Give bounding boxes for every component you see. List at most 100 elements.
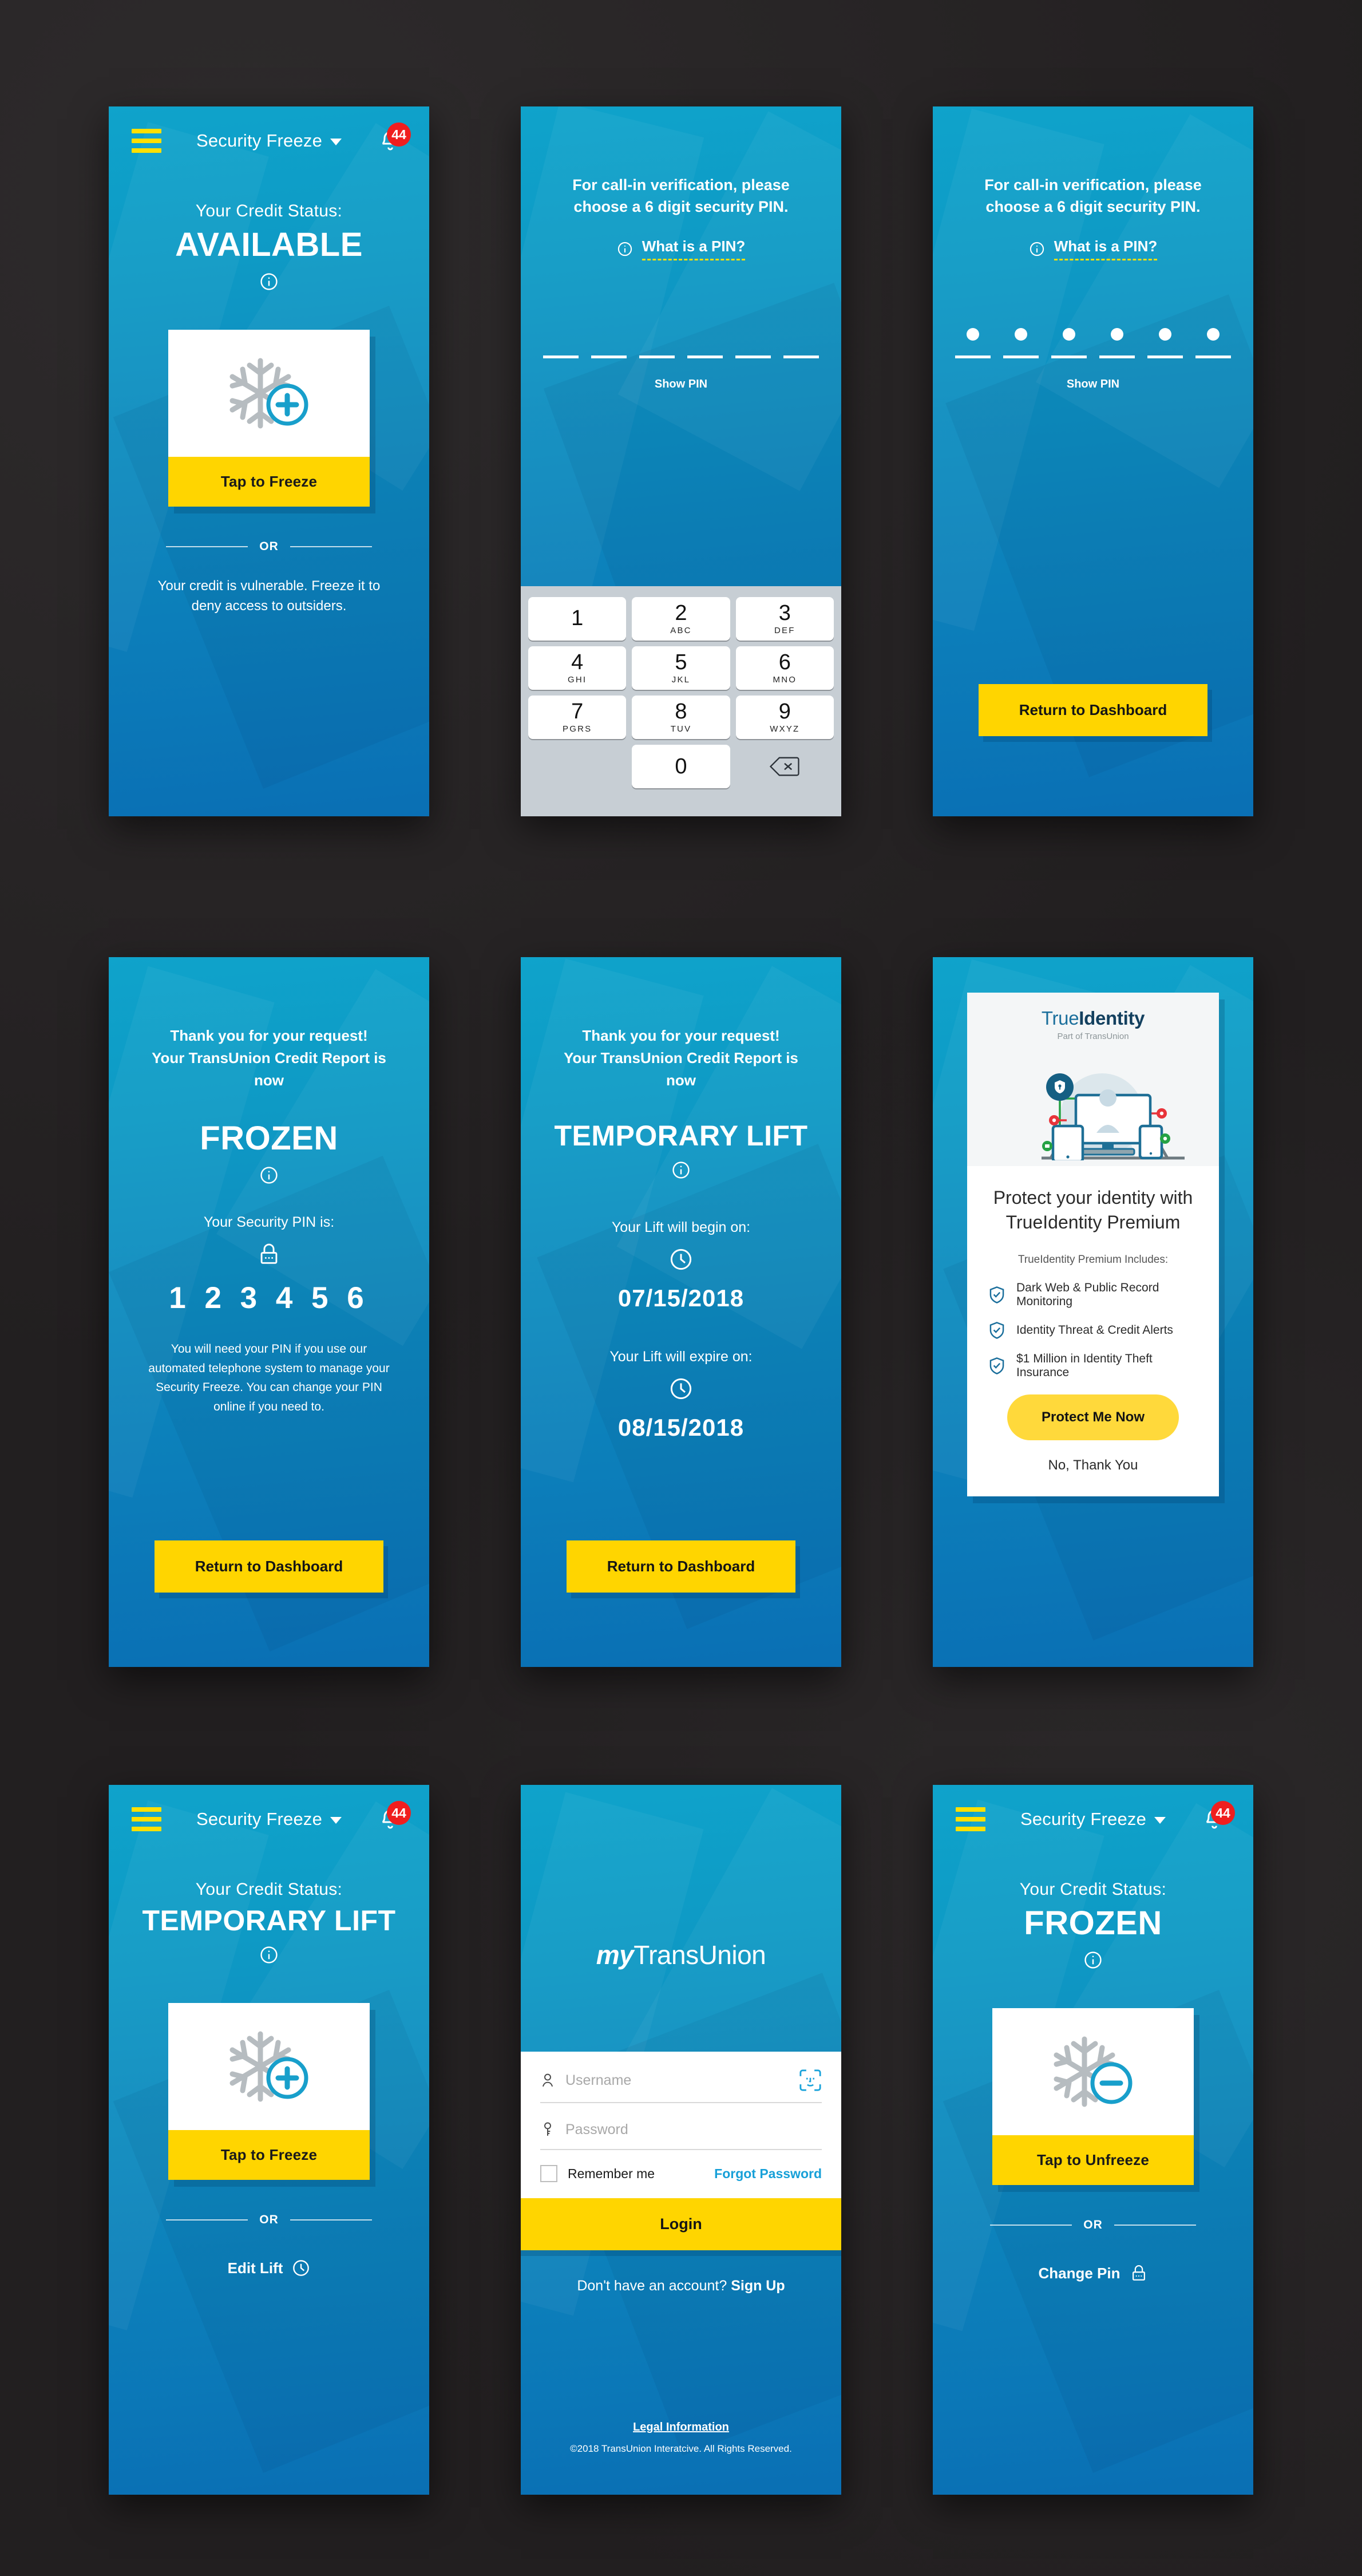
upsell-headline: Protect your identity with TrueIdentity … (993, 1187, 1193, 1232)
username-placeholder: Username (565, 2072, 632, 2088)
mytransunion-logo: myTransUnion (596, 1940, 766, 1970)
lock-icon (1132, 2265, 1145, 2281)
screen-temporary-lift-dashboard: Security Freeze 44 Your Credit Status: T… (109, 1785, 429, 2495)
remember-me-label: Remember me (568, 2166, 655, 2181)
show-pin-toggle[interactable]: Show PIN (655, 378, 707, 391)
hamburger-icon[interactable] (956, 1807, 985, 1831)
pin-slot[interactable] (783, 328, 819, 358)
bell-icon[interactable]: 44 (374, 1801, 411, 1835)
pin-slot[interactable] (735, 328, 771, 358)
tap-to-freeze-button[interactable]: Tap to Freeze (168, 457, 370, 507)
top-nav-bar: Security Freeze 44 (933, 1785, 1253, 1854)
password-field[interactable]: Password (540, 2103, 822, 2150)
backspace-icon[interactable] (736, 745, 834, 788)
pin-slot[interactable] (955, 327, 991, 358)
numeric-keypad[interactable]: 1 2 ABC 3 DEF 4 GHI 5 JKL 6 MNO 7 PGRS 8 TUV 9W… (521, 586, 841, 816)
pin-slot[interactable] (1099, 327, 1135, 358)
chevron-down-icon[interactable] (330, 138, 342, 145)
pin-slot[interactable] (639, 328, 675, 358)
key-6[interactable]: 6 MNO (735, 646, 834, 690)
key-9[interactable]: 9 WXYZ (735, 696, 834, 739)
username-field[interactable]: Username (540, 2052, 822, 2103)
face-id-icon[interactable] (799, 2069, 822, 2092)
list-item: Dark Web & Public Record Monitoring (989, 1281, 1197, 1309)
pin-input-row[interactable] (543, 328, 819, 358)
screen-trueidentity-upsell: TrueIdentity Part of TransUnion Protect … (933, 957, 1253, 1667)
modal-hero: TrueIdentity Part of TransUnion (967, 993, 1219, 1166)
key-0[interactable]: 0 (632, 745, 730, 788)
login-button[interactable]: Login (521, 2198, 841, 2250)
copyright-text: ©2018 TransUnion Interatcive. All Rights… (570, 2443, 792, 2454)
bell-icon[interactable]: 44 (1198, 1801, 1235, 1835)
person-icon (542, 2073, 553, 2087)
key-7[interactable]: 7 PGRS (528, 696, 627, 739)
key-5[interactable]: 5 JKL (632, 646, 730, 690)
edit-lift-link[interactable]: Edit Lift (228, 2259, 311, 2277)
key-4[interactable]: 4 GHI (528, 646, 627, 690)
shield-check-icon (989, 1286, 1004, 1303)
pin-slot[interactable] (1147, 327, 1183, 358)
notification-badge: 44 (387, 123, 411, 147)
clock-icon (293, 2260, 310, 2276)
return-to-dashboard-button[interactable]: Return to Dashboard (155, 1540, 383, 1593)
shield-check-icon (989, 1357, 1004, 1374)
protect-me-now-button[interactable]: Protect Me Now (1007, 1394, 1179, 1441)
key-3[interactable]: 3 DEF (735, 597, 834, 641)
hamburger-icon[interactable] (132, 129, 161, 153)
trueidentity-modal: TrueIdentity Part of TransUnion Protect … (967, 993, 1219, 1497)
hamburger-icon[interactable] (132, 1807, 161, 1831)
no-thank-you-link[interactable]: No, Thank You (967, 1440, 1219, 1496)
pin-slot[interactable] (1051, 327, 1087, 358)
login-options-row: Remember me Forgot Password (540, 2150, 822, 2198)
return-to-dashboard-button[interactable]: Return to Dashboard (979, 684, 1207, 736)
screen-available-dashboard: Security Freeze 44 Your Credit Status: A… (109, 106, 429, 816)
signup-prompt[interactable]: Don't have an account? Sign Up (577, 2278, 785, 2294)
info-circle-icon[interactable] (259, 272, 279, 294)
show-pin-toggle[interactable]: Show PIN (1067, 378, 1119, 391)
remember-me-checkbox[interactable] (540, 2165, 557, 2182)
key-2[interactable]: 2 ABC (632, 597, 730, 641)
list-item: $1 Million in Identity Theft Insurance (989, 1352, 1197, 1380)
password-placeholder: Password (565, 2121, 628, 2138)
pin-slot[interactable] (687, 328, 723, 358)
lift-expire-date: 08/15/2018 (617, 1414, 745, 1441)
security-pin-value: 1 2 3 4 5 6 (169, 1281, 369, 1315)
return-to-dashboard-button[interactable]: Return to Dashboard (567, 1540, 795, 1593)
info-circle-icon[interactable] (259, 1165, 279, 1188)
screen-temporary-lift-confirmation: Thank you for your request! Your TransUni… (521, 957, 841, 1667)
info-circle-icon[interactable] (1083, 1950, 1103, 1973)
what-is-a-pin-link[interactable]: What is a PIN? (1029, 238, 1158, 260)
lift-expire-label: Your Lift will expire on: (609, 1349, 753, 1365)
pin-input-row[interactable] (955, 327, 1231, 358)
status-value: AVAILABLE (175, 226, 363, 263)
status-label: Your Credit Status: (195, 202, 343, 220)
freeze-card[interactable]: Tap to Freeze (168, 2003, 370, 2180)
info-circle-icon (617, 242, 632, 256)
bell-icon[interactable]: 44 (374, 123, 411, 157)
key-1[interactable]: 1 (528, 597, 627, 641)
tap-to-unfreeze-button[interactable]: Tap to Unfreeze (992, 2135, 1194, 2185)
change-pin-link[interactable]: Change Pin (1038, 2264, 1147, 2282)
info-circle-icon[interactable] (259, 1945, 279, 1967)
pin-slot[interactable] (543, 328, 579, 358)
shield-check-icon (989, 1322, 1004, 1339)
legal-information-link[interactable]: Legal Information (633, 2421, 729, 2434)
clock-icon (669, 1247, 693, 1274)
chevron-down-icon[interactable] (330, 1816, 342, 1824)
screen-pin-entered: For call-in verification, please choose … (933, 106, 1253, 816)
key-8[interactable]: 8 TUV (632, 696, 730, 739)
status-value: TEMPORARY LIFT (554, 1120, 808, 1152)
forgot-password-link[interactable]: Forgot Password (714, 2166, 822, 2182)
freeze-card[interactable]: Tap to Freeze (168, 330, 370, 507)
pin-slot[interactable] (1003, 327, 1039, 358)
tap-to-freeze-button[interactable]: Tap to Freeze (168, 2130, 370, 2180)
login-card: Username Password Remember me Forgot Pas… (521, 2052, 841, 2250)
info-circle-icon[interactable] (671, 1160, 691, 1183)
pin-slot[interactable] (591, 328, 627, 358)
chevron-down-icon[interactable] (1154, 1816, 1166, 1824)
thanks-message: Thank you for your request! Your TransUni… (152, 1027, 386, 1089)
pin-slot[interactable] (1195, 327, 1231, 358)
what-is-a-pin-link[interactable]: What is a PIN? (617, 238, 746, 260)
unfreeze-card[interactable]: Tap to Unfreeze (992, 2008, 1194, 2185)
status-value: FROZEN (200, 1120, 338, 1157)
